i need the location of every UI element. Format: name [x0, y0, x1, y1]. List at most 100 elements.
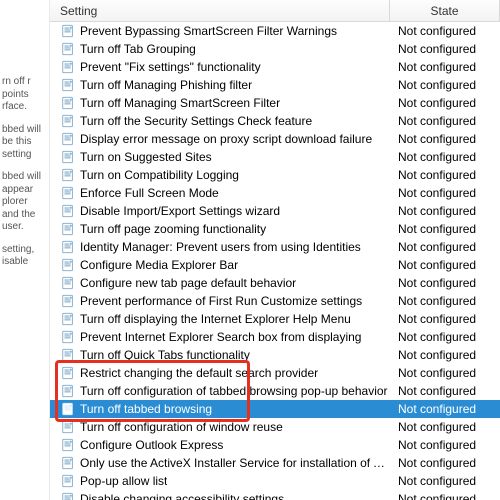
setting-label: Turn on Suggested Sites [80, 150, 212, 164]
setting-row[interactable]: Turn on Suggested SitesNot configured [50, 148, 500, 166]
setting-cell: Prevent "Fix settings" functionality [50, 59, 390, 75]
policy-setting-icon [60, 293, 76, 309]
state-cell: Not configured [390, 186, 500, 200]
setting-row[interactable]: Turn off Tab GroupingNot configured [50, 40, 500, 58]
setting-row[interactable]: Prevent Internet Explorer Search box fro… [50, 328, 500, 346]
state-cell: Not configured [390, 42, 500, 56]
setting-cell: Prevent performance of First Run Customi… [50, 293, 390, 309]
setting-row[interactable]: Prevent "Fix settings" functionalityNot … [50, 58, 500, 76]
setting-row[interactable]: Configure Outlook ExpressNot configured [50, 436, 500, 454]
column-header-state[interactable]: State [390, 0, 500, 21]
setting-row[interactable]: Disable Import/Export Settings wizardNot… [50, 202, 500, 220]
state-cell: Not configured [390, 492, 500, 500]
column-header-setting-label: Setting [60, 4, 97, 18]
policy-setting-icon [60, 23, 76, 39]
settings-list-main: Setting State Prevent Bypassing SmartScr… [50, 0, 500, 500]
setting-row[interactable]: Turn off configuration of window reuseNo… [50, 418, 500, 436]
policy-setting-icon [60, 473, 76, 489]
policy-setting-icon [60, 275, 76, 291]
policy-setting-icon [60, 59, 76, 75]
policy-setting-icon [60, 239, 76, 255]
description-snippet: bbed will be this setting [2, 124, 45, 162]
setting-row[interactable]: Turn off configuration of tabbed browsin… [50, 382, 500, 400]
setting-label: Prevent Internet Explorer Search box fro… [80, 330, 361, 344]
policy-setting-icon [60, 383, 76, 399]
setting-cell: Identity Manager: Prevent users from usi… [50, 239, 390, 255]
setting-label: Turn off page zooming functionality [80, 222, 266, 236]
setting-row[interactable]: Prevent performance of First Run Customi… [50, 292, 500, 310]
setting-label: Restrict changing the default search pro… [80, 366, 318, 380]
state-cell: Not configured [390, 438, 500, 452]
setting-cell: Turn off Managing SmartScreen Filter [50, 95, 390, 111]
setting-row[interactable]: Configure new tab page default behavior N… [50, 274, 500, 292]
state-cell: Not configured [390, 420, 500, 434]
setting-cell: Turn on Compatibility Logging [50, 167, 390, 183]
setting-label: Turn off Managing Phishing filter [80, 78, 252, 92]
column-headers: Setting State [50, 0, 500, 22]
setting-row[interactable]: Turn off displaying the Internet Explore… [50, 310, 500, 328]
policy-setting-icon [60, 329, 76, 345]
setting-label: Configure new tab page default behavior [80, 276, 296, 290]
setting-cell: Turn off page zooming functionality [50, 221, 390, 237]
setting-label: Disable Import/Export Settings wizard [80, 204, 280, 218]
setting-label: Configure Media Explorer Bar [80, 258, 238, 272]
setting-row[interactable]: Prevent Bypassing SmartScreen Filter War… [50, 22, 500, 40]
setting-cell: Configure new tab page default behavior [50, 275, 390, 291]
setting-row[interactable]: Turn off Managing SmartScreen FilterNot … [50, 94, 500, 112]
policy-setting-icon [60, 95, 76, 111]
setting-label: Turn off displaying the Internet Explore… [80, 312, 351, 326]
setting-row[interactable]: Display error message on proxy script do… [50, 130, 500, 148]
description-pane: rn off r points rface. bbed will be this … [0, 0, 50, 500]
policy-setting-icon [60, 41, 76, 57]
settings-list[interactable]: Prevent Bypassing SmartScreen Filter War… [50, 22, 500, 500]
setting-row[interactable]: Restrict changing the default search pro… [50, 364, 500, 382]
setting-label: Turn on Compatibility Logging [80, 168, 239, 182]
setting-row[interactable]: Turn off Managing Phishing filterNot con… [50, 76, 500, 94]
setting-row[interactable]: Turn off tabbed browsingNot configured [50, 400, 500, 418]
state-cell: Not configured [390, 276, 500, 290]
policy-setting-icon [60, 221, 76, 237]
state-cell: Not configured [390, 366, 500, 380]
policy-setting-icon [60, 113, 76, 129]
description-snippet: setting, isable [2, 244, 45, 269]
setting-row[interactable]: Only use the ActiveX Installer Service f… [50, 454, 500, 472]
policy-setting-icon [60, 257, 76, 273]
setting-label: Pop-up allow list [80, 474, 167, 488]
setting-row[interactable]: Identity Manager: Prevent users from usi… [50, 238, 500, 256]
setting-cell: Prevent Bypassing SmartScreen Filter War… [50, 23, 390, 39]
policy-setting-icon [60, 401, 76, 417]
state-cell: Not configured [390, 312, 500, 326]
setting-cell: Restrict changing the default search pro… [50, 365, 390, 381]
setting-cell: Turn on Suggested Sites [50, 149, 390, 165]
column-header-state-label: State [430, 4, 458, 18]
setting-row[interactable]: Turn off the Security Settings Check fea… [50, 112, 500, 130]
policy-setting-icon [60, 77, 76, 93]
setting-row[interactable]: Enforce Full Screen ModeNot configured [50, 184, 500, 202]
setting-cell: Turn off the Security Settings Check fea… [50, 113, 390, 129]
setting-cell: Configure Media Explorer Bar [50, 257, 390, 273]
setting-cell: Turn off Managing Phishing filter [50, 77, 390, 93]
setting-row[interactable]: Pop-up allow list Not configured [50, 472, 500, 490]
state-cell: Not configured [390, 132, 500, 146]
setting-label: Prevent performance of First Run Customi… [80, 294, 362, 308]
state-cell: Not configured [390, 474, 500, 488]
setting-cell: Disable changing accessibility settings [50, 491, 390, 500]
policy-setting-icon [60, 149, 76, 165]
setting-cell: Enforce Full Screen Mode [50, 185, 390, 201]
setting-cell: Turn off configuration of window reuse [50, 419, 390, 435]
state-cell: Not configured [390, 24, 500, 38]
setting-cell: Turn off Quick Tabs functionality [50, 347, 390, 363]
policy-setting-icon [60, 203, 76, 219]
state-cell: Not configured [390, 402, 500, 416]
setting-cell: Configure Outlook Express [50, 437, 390, 453]
setting-row[interactable]: Disable changing accessibility settingsN… [50, 490, 500, 500]
state-cell: Not configured [390, 348, 500, 362]
description-snippet: rn off r points rface. [2, 76, 45, 114]
column-header-setting[interactable]: Setting [50, 0, 390, 21]
setting-row[interactable]: Turn off page zooming functionalityNot c… [50, 220, 500, 238]
setting-row[interactable]: Configure Media Explorer BarNot configur… [50, 256, 500, 274]
setting-row[interactable]: Turn on Compatibility LoggingNot configu… [50, 166, 500, 184]
setting-row[interactable]: Turn off Quick Tabs functionalityNot con… [50, 346, 500, 364]
policy-setting-icon [60, 131, 76, 147]
setting-cell: Display error message on proxy script do… [50, 131, 390, 147]
